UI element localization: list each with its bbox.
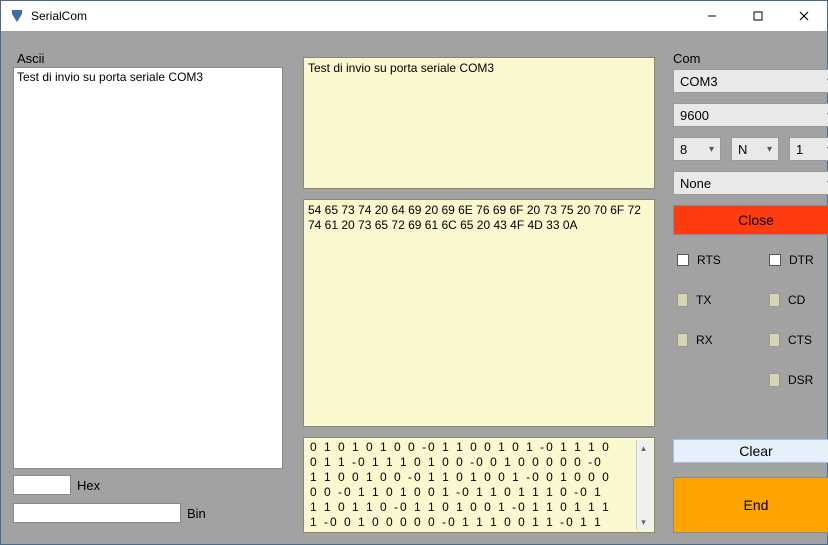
dsr-label: DSR [788, 373, 813, 387]
window-controls [689, 1, 827, 31]
close-window-button[interactable] [781, 1, 827, 31]
end-button[interactable]: End [673, 477, 828, 533]
scroll-down-icon[interactable]: ▾ [637, 514, 652, 530]
flowcontrol-select[interactable]: None ▾ [673, 171, 828, 195]
stopbits-value: 1 [796, 142, 827, 157]
bin-scrollbar[interactable]: ▴ ▾ [636, 440, 652, 530]
parity-value: N [738, 142, 767, 157]
rx-label: RX [696, 333, 713, 347]
client-area: Ascii Hex Bin Test di invio su porta ser… [1, 31, 827, 544]
bin-label: Bin [187, 506, 206, 521]
tx-label: TX [696, 293, 711, 307]
app-icon [9, 8, 25, 24]
chevron-down-icon: ▾ [709, 144, 714, 155]
checkbox-icon [769, 254, 781, 266]
port-value: COM3 [680, 74, 827, 89]
cd-indicator: CD [769, 293, 805, 307]
window-title: SerialCom [31, 9, 689, 23]
cts-indicator: CTS [769, 333, 812, 347]
indicator-lamp-icon [769, 333, 780, 347]
port-select[interactable]: COM3 ▾ [673, 69, 828, 93]
baud-select[interactable]: 9600 ▾ [673, 103, 828, 127]
bin-output: 0 1 0 1 0 1 0 0 -0 1 1 0 0 1 0 1 -0 1 1 … [303, 437, 655, 533]
rx-indicator: RX [677, 333, 713, 347]
bin-rows: 0 1 0 1 0 1 0 0 -0 1 1 0 0 1 0 1 -0 1 1 … [310, 440, 650, 530]
dtr-checkbox[interactable]: DTR [769, 253, 814, 267]
tx-indicator: TX [677, 293, 711, 307]
hex-output: 54 65 73 74 20 64 69 20 69 6E 76 69 6F 2… [303, 199, 655, 427]
ascii-input[interactable] [13, 67, 283, 469]
ascii-label: Ascii [17, 51, 44, 66]
rts-label: RTS [697, 253, 721, 267]
scroll-up-icon[interactable]: ▴ [637, 440, 652, 456]
dtr-label: DTR [789, 253, 814, 267]
clear-button[interactable]: Clear [673, 439, 828, 463]
close-button[interactable]: Close [673, 205, 828, 235]
indicator-lamp-icon [677, 333, 688, 347]
titlebar: SerialCom [1, 1, 827, 31]
minimize-button[interactable] [689, 1, 735, 31]
indicator-lamp-icon [677, 293, 688, 307]
maximize-button[interactable] [735, 1, 781, 31]
databits-select[interactable]: 8 ▾ [673, 137, 721, 161]
stopbits-select[interactable]: 1 ▾ [789, 137, 828, 161]
databits-value: 8 [680, 142, 709, 157]
ascii-output: Test di invio su porta seriale COM3 [303, 57, 655, 189]
baud-value: 9600 [680, 108, 827, 123]
chevron-down-icon: ▾ [767, 144, 772, 155]
cd-label: CD [788, 293, 805, 307]
rts-checkbox[interactable]: RTS [677, 253, 721, 267]
hex-input[interactable] [13, 475, 71, 495]
flowcontrol-value: None [680, 176, 827, 191]
bin-input[interactable] [13, 503, 181, 523]
parity-select[interactable]: N ▾ [731, 137, 779, 161]
hex-label: Hex [77, 478, 100, 493]
indicator-lamp-icon [769, 293, 780, 307]
checkbox-icon [677, 254, 689, 266]
cts-label: CTS [788, 333, 812, 347]
indicator-lamp-icon [769, 373, 780, 387]
dsr-indicator: DSR [769, 373, 813, 387]
com-label: Com [673, 51, 700, 66]
app-window: SerialCom Ascii Hex Bin Test di invio su… [0, 0, 828, 545]
